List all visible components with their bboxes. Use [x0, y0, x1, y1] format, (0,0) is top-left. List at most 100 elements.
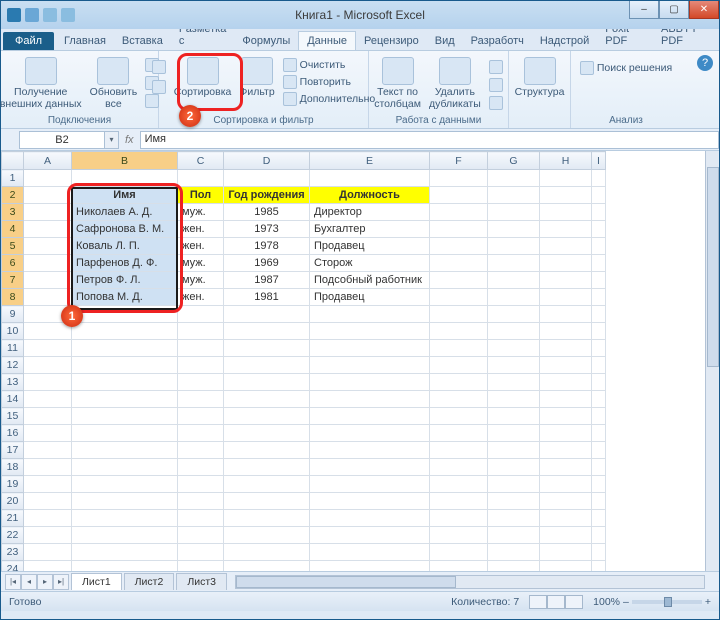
tab-developer[interactable]: Разработч — [463, 32, 532, 50]
col-header-I[interactable]: I — [592, 152, 606, 170]
undo-icon[interactable] — [43, 8, 57, 22]
cell-C7[interactable]: муж. — [178, 272, 224, 289]
advanced-filter-button[interactable]: Дополнительно — [281, 91, 378, 107]
col-header-E[interactable]: E — [310, 152, 430, 170]
tab-insert[interactable]: Вставка — [114, 32, 171, 50]
cell-grid[interactable]: A B C D E F G H I 1 2 Имя Пол Год рожден… — [1, 151, 606, 571]
sheet-nav-next[interactable]: ▸ — [37, 574, 53, 590]
outline-button[interactable]: Структура — [513, 55, 567, 101]
data-validation-button[interactable] — [487, 59, 505, 75]
sort-az-button[interactable] — [150, 59, 168, 75]
tab-home[interactable]: Главная — [56, 32, 114, 50]
row-header[interactable]: 4 — [2, 221, 24, 238]
cell-C4[interactable]: жен. — [178, 221, 224, 238]
cell-D8[interactable]: 1981 — [224, 289, 310, 306]
cell-E6[interactable]: Сторож — [310, 255, 430, 272]
col-header-D[interactable]: D — [224, 152, 310, 170]
tab-file[interactable]: Файл — [3, 32, 54, 50]
vertical-scrollbar[interactable] — [705, 151, 719, 571]
row-header[interactable]: 19 — [2, 476, 24, 493]
row-header[interactable]: 13 — [2, 374, 24, 391]
redo-icon[interactable] — [61, 8, 75, 22]
tab-review[interactable]: Рецензиро — [356, 32, 427, 50]
sheet-nav-first[interactable]: |◂ — [5, 574, 21, 590]
cell-E2[interactable]: Должность — [310, 187, 430, 204]
tab-data[interactable]: Данные — [298, 31, 356, 50]
select-all-corner[interactable] — [2, 152, 24, 170]
cell-D4[interactable]: 1973 — [224, 221, 310, 238]
row-header[interactable]: 17 — [2, 442, 24, 459]
sort-button[interactable]: Сортировка — [172, 55, 234, 107]
row-header[interactable]: 2 — [2, 187, 24, 204]
maximize-button[interactable]: ▢ — [659, 1, 689, 19]
cell-B2[interactable]: Имя — [72, 187, 178, 204]
row-header[interactable]: 23 — [2, 544, 24, 561]
zoom-out-button[interactable]: – — [623, 596, 629, 608]
sheet-tab-1[interactable]: Лист1 — [71, 573, 122, 590]
cell-B6[interactable]: Парфенов Д. Ф. — [72, 255, 178, 272]
save-icon[interactable] — [25, 8, 39, 22]
cell-E4[interactable]: Бухгалтер — [310, 221, 430, 238]
cell-E3[interactable]: Директор — [310, 204, 430, 221]
cell-C2[interactable]: Пол — [178, 187, 224, 204]
refresh-all-button[interactable]: Обновить все — [88, 55, 140, 112]
fx-icon[interactable]: fx — [125, 134, 134, 146]
sort-za-button[interactable] — [150, 79, 168, 95]
view-normal-button[interactable] — [529, 595, 547, 609]
consolidate-button[interactable] — [487, 77, 505, 93]
row-header[interactable]: 6 — [2, 255, 24, 272]
horizontal-scrollbar[interactable] — [235, 575, 705, 589]
row-header[interactable]: 22 — [2, 527, 24, 544]
col-header-B[interactable]: B — [72, 152, 178, 170]
name-box-dropdown[interactable]: ▾ — [105, 131, 119, 149]
cell-C6[interactable]: муж. — [178, 255, 224, 272]
col-header-A[interactable]: A — [24, 152, 72, 170]
row-header[interactable]: 8 — [2, 289, 24, 306]
cell-B5[interactable]: Коваль Л. П. — [72, 238, 178, 255]
get-external-data-button[interactable]: Получение внешних данных — [0, 55, 84, 112]
cell-C8[interactable]: жен. — [178, 289, 224, 306]
row-header[interactable]: 16 — [2, 425, 24, 442]
row-header[interactable]: 20 — [2, 493, 24, 510]
cell-E8[interactable]: Продавец — [310, 289, 430, 306]
formula-bar[interactable]: Имя — [140, 131, 719, 149]
help-icon[interactable]: ? — [697, 55, 713, 71]
vscroll-thumb[interactable] — [707, 167, 719, 367]
minimize-button[interactable]: – — [629, 1, 659, 19]
solver-button[interactable]: Поиск решения — [578, 55, 674, 76]
cell-B3[interactable]: Николаев А. Д. — [72, 204, 178, 221]
row-header[interactable]: 24 — [2, 561, 24, 572]
view-page-break-button[interactable] — [565, 595, 583, 609]
col-header-H[interactable]: H — [540, 152, 592, 170]
filter-button[interactable]: Фильтр — [237, 55, 276, 107]
row-header[interactable]: 1 — [2, 170, 24, 187]
whatif-button[interactable] — [487, 95, 505, 111]
view-page-layout-button[interactable] — [547, 595, 565, 609]
cell-E7[interactable]: Подсобный работник — [310, 272, 430, 289]
sheet-nav-last[interactable]: ▸| — [53, 574, 69, 590]
cell-C3[interactable]: муж. — [178, 204, 224, 221]
zoom-slider-handle[interactable] — [664, 597, 672, 607]
row-header[interactable]: 10 — [2, 323, 24, 340]
row-header[interactable]: 18 — [2, 459, 24, 476]
cell-D5[interactable]: 1978 — [224, 238, 310, 255]
cell-D2[interactable]: Год рождения — [224, 187, 310, 204]
row-header[interactable]: 9 — [2, 306, 24, 323]
row-header[interactable]: 7 — [2, 272, 24, 289]
reapply-filter-button[interactable]: Повторить — [281, 74, 378, 90]
clear-filter-button[interactable]: Очистить — [281, 57, 378, 73]
zoom-slider[interactable] — [632, 600, 702, 604]
sheet-tab-3[interactable]: Лист3 — [176, 573, 227, 590]
text-to-columns-button[interactable]: Текст по столбцам — [372, 55, 423, 112]
row-header[interactable]: 21 — [2, 510, 24, 527]
sheet-nav-prev[interactable]: ◂ — [21, 574, 37, 590]
tab-addins[interactable]: Надстрой — [532, 32, 597, 50]
cell-C5[interactable]: жен. — [178, 238, 224, 255]
tab-view[interactable]: Вид — [427, 32, 463, 50]
cell-B7[interactable]: Петров Ф. Л. — [72, 272, 178, 289]
cell-D6[interactable]: 1969 — [224, 255, 310, 272]
cell-E5[interactable]: Продавец — [310, 238, 430, 255]
hscroll-thumb[interactable] — [236, 576, 456, 588]
row-header[interactable]: 15 — [2, 408, 24, 425]
row-header[interactable]: 11 — [2, 340, 24, 357]
